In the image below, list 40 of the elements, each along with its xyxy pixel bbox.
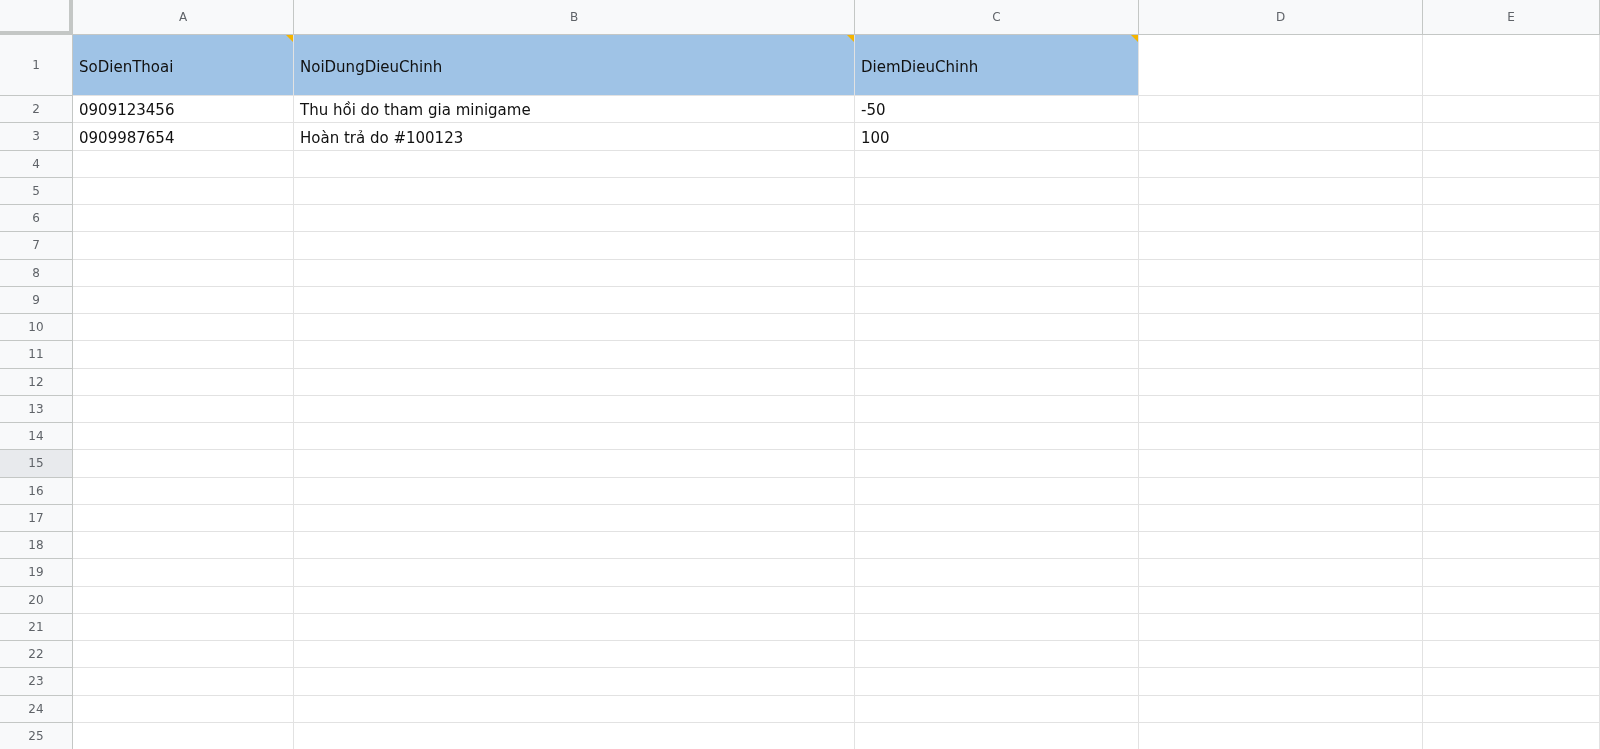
table-cell: Hoàn trả do #100123 — [294, 123, 855, 151]
row-header[interactable]: 18 — [0, 532, 73, 560]
header-cell: DiemDieuChinh — [855, 35, 1139, 96]
row-header[interactable]: 5 — [0, 177, 73, 205]
row-header[interactable]: 8 — [0, 259, 73, 287]
row-header[interactable]: 10 — [0, 314, 73, 342]
select-all-corner[interactable] — [0, 0, 73, 35]
row-header[interactable]: 14 — [0, 423, 73, 451]
row-header[interactable]: 11 — [0, 341, 73, 369]
column-header[interactable]: C — [855, 0, 1139, 35]
row-header[interactable]: 23 — [0, 668, 73, 696]
row-header[interactable]: 2 — [0, 96, 73, 124]
row-header[interactable]: 19 — [0, 559, 73, 587]
column-header[interactable]: B — [294, 0, 855, 35]
column-header[interactable]: A — [73, 0, 294, 35]
column-header[interactable]: E — [1423, 0, 1600, 35]
row-header[interactable]: 3 — [0, 123, 73, 151]
row-header[interactable]: 21 — [0, 613, 73, 641]
table-cell: Thu hồi do tham gia minigame — [294, 96, 855, 124]
header-cell: NoiDungDieuChinh — [294, 35, 855, 96]
table-cell: 100 — [855, 123, 1139, 151]
table-cell: 0909123456 — [73, 96, 294, 124]
row-header[interactable]: 9 — [0, 286, 73, 314]
row-header[interactable]: 13 — [0, 395, 73, 423]
row-header[interactable]: 25 — [0, 722, 73, 749]
row-header[interactable]: 12 — [0, 368, 73, 396]
row-header[interactable]: 16 — [0, 477, 73, 505]
row-header[interactable]: 7 — [0, 232, 73, 260]
table-cell: 0909987654 — [73, 123, 294, 151]
row-header[interactable]: 20 — [0, 586, 73, 614]
header-cell: SoDienThoai — [73, 35, 294, 96]
row-header[interactable]: 1 — [0, 35, 73, 96]
row-header[interactable]: 4 — [0, 150, 73, 178]
row-header[interactable]: 17 — [0, 504, 73, 532]
row-header[interactable]: 22 — [0, 641, 73, 669]
column-header[interactable]: D — [1139, 0, 1423, 35]
row-header[interactable]: 15 — [0, 450, 73, 478]
row-header[interactable]: 24 — [0, 695, 73, 723]
row-header[interactable]: 6 — [0, 205, 73, 233]
table-cell: -50 — [855, 96, 1139, 124]
